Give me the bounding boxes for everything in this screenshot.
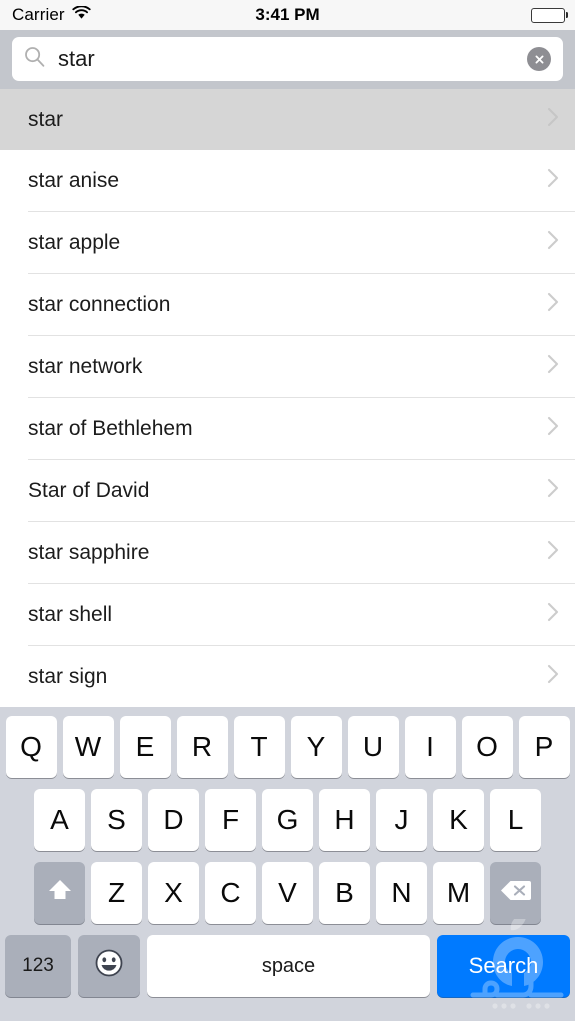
key-o[interactable]: O xyxy=(461,716,513,778)
key-y[interactable]: Y xyxy=(290,716,342,778)
list-item[interactable]: star shell xyxy=(0,584,575,645)
chevron-right-icon xyxy=(547,602,559,627)
key-j[interactable]: J xyxy=(376,789,427,851)
suggestion-label: star apple xyxy=(28,230,121,254)
key-r[interactable]: R xyxy=(176,716,228,778)
key-h[interactable]: H xyxy=(319,789,370,851)
key-w[interactable]: W xyxy=(62,716,114,778)
shift-up-arrow-icon xyxy=(46,877,74,910)
chevron-right-icon xyxy=(547,230,559,255)
list-item[interactable]: star sign xyxy=(0,646,575,707)
key-v[interactable]: V xyxy=(262,862,313,924)
key-t[interactable]: T xyxy=(233,716,285,778)
suggestion-label: star sign xyxy=(28,664,108,688)
list-item[interactable]: star xyxy=(0,89,575,150)
suggestion-label: Star of David xyxy=(28,478,150,502)
key-k[interactable]: K xyxy=(433,789,484,851)
chevron-right-icon xyxy=(547,292,559,317)
chevron-right-icon xyxy=(547,107,559,132)
status-bar: Carrier 3:41 PM xyxy=(0,0,575,30)
chevron-right-icon xyxy=(547,168,559,193)
status-bar-right xyxy=(531,7,568,23)
key-d[interactable]: D xyxy=(148,789,199,851)
shift-key[interactable] xyxy=(34,862,85,924)
key-f[interactable]: F xyxy=(205,789,256,851)
chevron-right-icon xyxy=(547,354,559,379)
key-q[interactable]: Q xyxy=(5,716,57,778)
numbers-key[interactable]: 123 xyxy=(5,935,71,997)
emoji-key[interactable] xyxy=(78,935,140,997)
suggestion-label: star sapphire xyxy=(28,540,150,564)
chevron-right-icon xyxy=(547,478,559,503)
list-item[interactable]: star sapphire xyxy=(0,522,575,583)
iphone-screen: Carrier 3:41 PM star star star anise sta… xyxy=(0,0,575,1021)
chevron-right-icon xyxy=(547,416,559,441)
chevron-right-icon xyxy=(547,664,559,689)
key-l[interactable]: L xyxy=(490,789,541,851)
search-bar: star xyxy=(0,30,575,89)
keyboard-row-2: A S D F G H J K L xyxy=(0,789,575,851)
search-key[interactable]: Search xyxy=(437,935,570,997)
backspace-delete-icon xyxy=(500,877,532,909)
list-item[interactable]: star connection xyxy=(0,274,575,335)
key-s[interactable]: S xyxy=(91,789,142,851)
suggestion-label: star xyxy=(28,107,64,131)
key-i[interactable]: I xyxy=(404,716,456,778)
on-screen-keyboard: Q W E R T Y U I O P A S D F G H J K L Z … xyxy=(0,707,575,1021)
keyboard-row-3: Z X C V B N M xyxy=(0,862,575,924)
key-u[interactable]: U xyxy=(347,716,399,778)
key-p[interactable]: P xyxy=(518,716,570,778)
key-e[interactable]: E xyxy=(119,716,171,778)
key-b[interactable]: B xyxy=(319,862,370,924)
battery-full-icon xyxy=(531,7,568,23)
smiley-face-icon xyxy=(94,948,124,985)
search-icon xyxy=(24,46,45,72)
key-c[interactable]: C xyxy=(205,862,256,924)
key-a[interactable]: A xyxy=(34,789,85,851)
suggestion-label: star of Bethlehem xyxy=(28,416,193,440)
list-item[interactable]: star anise xyxy=(0,150,575,211)
key-x[interactable]: X xyxy=(148,862,199,924)
list-item[interactable]: Star of David xyxy=(0,460,575,521)
key-n[interactable]: N xyxy=(376,862,427,924)
clock-label: 3:41 PM xyxy=(255,5,320,24)
suggestion-label: star network xyxy=(28,354,143,378)
suggestion-label: star shell xyxy=(28,602,113,626)
key-g[interactable]: G xyxy=(262,789,313,851)
backspace-key[interactable] xyxy=(490,862,541,924)
suggestion-label: star anise xyxy=(28,168,120,192)
keyboard-row-4: 123 space Search xyxy=(0,935,575,997)
space-key[interactable]: space xyxy=(147,935,430,997)
list-item[interactable]: star of Bethlehem xyxy=(0,398,575,459)
keyboard-row-1: Q W E R T Y U I O P xyxy=(0,716,575,778)
key-m[interactable]: M xyxy=(433,862,484,924)
chevron-right-icon xyxy=(547,540,559,565)
suggestion-label: star connection xyxy=(28,292,171,316)
list-item[interactable]: star network xyxy=(0,336,575,397)
search-input[interactable]: star xyxy=(12,37,563,81)
list-item[interactable]: star apple xyxy=(0,212,575,273)
search-input-value: star xyxy=(58,46,95,71)
key-z[interactable]: Z xyxy=(91,862,142,924)
search-suggestions-list: star star anise star apple star connecti… xyxy=(0,89,575,708)
clear-search-button[interactable] xyxy=(527,47,551,71)
